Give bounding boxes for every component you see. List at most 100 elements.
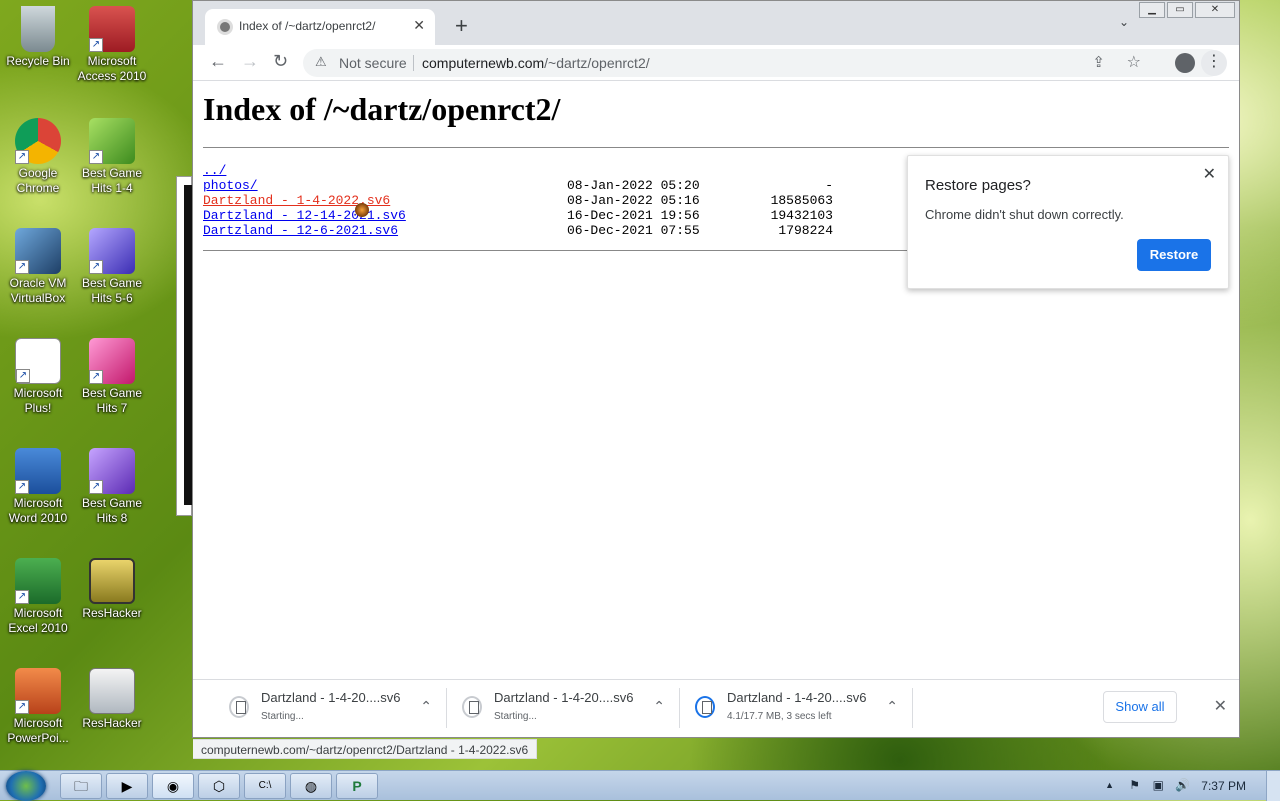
chevron-up-icon[interactable]: ⌃ bbox=[653, 698, 665, 715]
window-controls: ▁ ▭ ✕ bbox=[1137, 2, 1235, 20]
browser-toolbar: ← → ↻ ⚠ Not secure computernewb.com/~dar… bbox=[193, 45, 1239, 81]
chevron-up-icon[interactable]: ⌃ bbox=[420, 698, 432, 715]
download-status: Starting... bbox=[261, 711, 304, 722]
desktop-icon-virtualbox[interactable]: ↗ Oracle VM VirtualBox bbox=[0, 228, 76, 306]
download-name: Dartzland - 1-4-20....sv6 bbox=[727, 690, 867, 705]
file-icon bbox=[462, 696, 482, 718]
desktop-icon-microsoft-plus[interactable]: ↗ Microsoft Plus! bbox=[0, 338, 76, 416]
file-link[interactable]: Dartzland - 12-6-2021.sv6 bbox=[203, 223, 398, 238]
desktop-icon-chrome[interactable]: ↗ Google Chrome bbox=[0, 118, 76, 196]
tab-title: Index of /~dartz/openrct2/ bbox=[239, 19, 376, 33]
recycle-bin-icon bbox=[21, 6, 55, 52]
status-url-bubble: computernewb.com/~dartz/openrct2/Dartzla… bbox=[193, 739, 538, 759]
download-item[interactable]: Dartzland - 1-4-20....sv6 Starting... ⌃ bbox=[448, 688, 680, 728]
desktop-icon-best-game-hits-7[interactable]: ↗ Best Game Hits 7 bbox=[74, 338, 150, 416]
share-icon[interactable]: ⇪ bbox=[1092, 53, 1105, 71]
chrome-menu-button[interactable]: ⋮ bbox=[1201, 50, 1227, 76]
globe-icon[interactable]: ◍ bbox=[290, 773, 332, 799]
url-text[interactable]: computernewb.com/~dartz/openrct2/ bbox=[422, 55, 650, 71]
desktop-icon-reshacker-2[interactable]: ResHacker bbox=[74, 668, 150, 731]
show-all-button[interactable]: Show all bbox=[1103, 691, 1177, 723]
start-button[interactable] bbox=[6, 771, 46, 801]
maximize-button[interactable]: ▭ bbox=[1167, 2, 1193, 18]
shortcut-arrow-icon: ↗ bbox=[89, 480, 103, 494]
file-link[interactable]: photos/ bbox=[203, 178, 258, 193]
virtualbox-icon[interactable]: ⬡ bbox=[198, 773, 240, 799]
desktop-icon-excel[interactable]: ↗ Microsoft Excel 2010 bbox=[0, 558, 76, 636]
volume-icon[interactable]: 🔊 bbox=[1175, 778, 1190, 792]
file-link[interactable]: Dartzland - 12-14-2021.sv6 bbox=[203, 208, 406, 223]
download-shelf: Dartzland - 1-4-20....sv6 Starting... ⌃ … bbox=[193, 679, 1239, 737]
minimize-button[interactable]: ▁ bbox=[1139, 2, 1165, 18]
taskbar: 🗀 ▶ ◉ ⬡ C:\ ◍ P ▲ ⚑ ▣ 🔊 7:37 PM bbox=[0, 770, 1280, 801]
download-item[interactable]: Dartzland - 1-4-20....sv6 Starting... ⌃ bbox=[215, 688, 447, 728]
folder-icon[interactable]: 🗀 bbox=[60, 773, 102, 799]
shortcut-arrow-icon: ↗ bbox=[89, 260, 103, 274]
desktop-icon-recycle-bin[interactable]: Recycle Bin bbox=[0, 6, 76, 69]
desktop-icon-best-game-hits-5-6[interactable]: ↗ Best Game Hits 5-6 bbox=[74, 228, 150, 306]
download-name: Dartzland - 1-4-20....sv6 bbox=[261, 690, 401, 705]
chrome-icon: ↗ bbox=[15, 118, 61, 164]
desktop-icon-label: Best Game Hits 8 bbox=[81, 496, 143, 525]
tab-index-openrct2[interactable]: Index of /~dartz/openrct2/ ✕ bbox=[205, 9, 435, 45]
page-content: Index of /~dartz/openrct2/ ../ photos/ 0… bbox=[193, 81, 1239, 759]
back-button[interactable]: ← bbox=[209, 51, 227, 72]
shortcut-arrow-icon: ↗ bbox=[15, 590, 29, 604]
chrome-window: Index of /~dartz/openrct2/ ✕ + ⌄ ▁ ▭ ✕ ←… bbox=[192, 0, 1240, 759]
restore-button[interactable]: Restore bbox=[1137, 239, 1211, 271]
desktop-icon-best-game-hits-8[interactable]: ↗ Best Game Hits 8 bbox=[74, 448, 150, 526]
desktop-icon-best-game-hits-1-4[interactable]: ↗ Best Game Hits 1-4 bbox=[74, 118, 150, 196]
network-icon[interactable]: ▣ bbox=[1153, 778, 1164, 792]
blue-dice-icon: ↗ bbox=[89, 228, 135, 274]
background-window[interactable] bbox=[176, 176, 193, 516]
new-tab-button[interactable]: + bbox=[455, 13, 468, 39]
desktop-icon-label: ResHacker bbox=[82, 606, 142, 620]
desktop-icon-powerpoint[interactable]: ↗ Microsoft PowerPoi... bbox=[0, 668, 76, 746]
address-bar[interactable]: ⚠ Not secure computernewb.com/~dartz/ope… bbox=[303, 49, 1223, 77]
restore-title: Restore pages? bbox=[925, 177, 1031, 194]
desktop-icon-label: Recycle Bin bbox=[6, 54, 70, 68]
clock[interactable]: 7:37 PM bbox=[1201, 779, 1246, 793]
desktop-icon-reshacker[interactable]: ResHacker bbox=[74, 558, 150, 621]
bookmark-star-icon[interactable]: ☆ bbox=[1127, 52, 1141, 72]
desktop-icon-access[interactable]: ↗ Microsoft Access 2010 bbox=[74, 6, 150, 84]
shortcut-arrow-icon: ↗ bbox=[15, 480, 29, 494]
chevron-up-icon[interactable]: ⌃ bbox=[886, 698, 898, 715]
file-size: - bbox=[825, 178, 833, 193]
gear-file-icon bbox=[89, 668, 135, 714]
desktop-icon-label: Microsoft PowerPoi... bbox=[7, 716, 69, 745]
shortcut-arrow-icon: ↗ bbox=[89, 150, 103, 164]
cmd-icon[interactable]: C:\ bbox=[244, 773, 286, 799]
green-dice-icon: ↗ bbox=[89, 118, 135, 164]
reload-button[interactable]: ↻ bbox=[273, 51, 288, 72]
restore-close-icon[interactable]: ✕ bbox=[1203, 164, 1216, 184]
publisher-icon[interactable]: P bbox=[336, 773, 378, 799]
warning-icon[interactable]: ⚠ bbox=[315, 54, 327, 70]
microsoft-plus-icon: ↗ bbox=[15, 338, 61, 384]
restore-pages-dialog: Restore pages? Chrome didn't shut down c… bbox=[907, 155, 1229, 289]
chrome-icon[interactable]: ◉ bbox=[152, 773, 194, 799]
purple-dice-icon: ↗ bbox=[89, 448, 135, 494]
desktop-icon-word[interactable]: ↗ Microsoft Word 2010 bbox=[0, 448, 76, 526]
show-hidden-icons-icon[interactable]: ▲ bbox=[1105, 780, 1114, 790]
file-size: 19432103 bbox=[770, 208, 833, 223]
virtualbox-icon: ↗ bbox=[15, 228, 61, 274]
url-path: /~dartz/openrct2/ bbox=[544, 55, 650, 71]
close-shelf-icon[interactable]: ✕ bbox=[1214, 696, 1227, 716]
close-window-button[interactable]: ✕ bbox=[1195, 2, 1235, 18]
file-size: 1798224 bbox=[778, 223, 833, 238]
action-center-flag-icon[interactable]: ⚑ bbox=[1129, 778, 1140, 792]
show-desktop-button[interactable] bbox=[1266, 771, 1280, 801]
mouse-cursor-icon bbox=[355, 203, 369, 217]
parent-dir-link[interactable]: ../ bbox=[203, 163, 226, 178]
media-player-icon[interactable]: ▶ bbox=[106, 773, 148, 799]
url-host: computernewb.com bbox=[422, 55, 545, 71]
forward-button[interactable]: → bbox=[241, 51, 259, 72]
tab-search-icon[interactable]: ⌄ bbox=[1119, 15, 1129, 29]
not-secure-label[interactable]: Not secure bbox=[339, 55, 407, 71]
profile-avatar-icon[interactable] bbox=[1175, 53, 1195, 73]
download-item[interactable]: Dartzland - 1-4-20....sv6 4.1/17.7 MB, 3… bbox=[681, 688, 913, 728]
listing-row: Dartzland - 1-4-2022.sv6 08-Jan-2022 05:… bbox=[203, 193, 843, 208]
download-name: Dartzland - 1-4-20....sv6 bbox=[494, 690, 634, 705]
tab-close-icon[interactable]: ✕ bbox=[413, 17, 425, 34]
